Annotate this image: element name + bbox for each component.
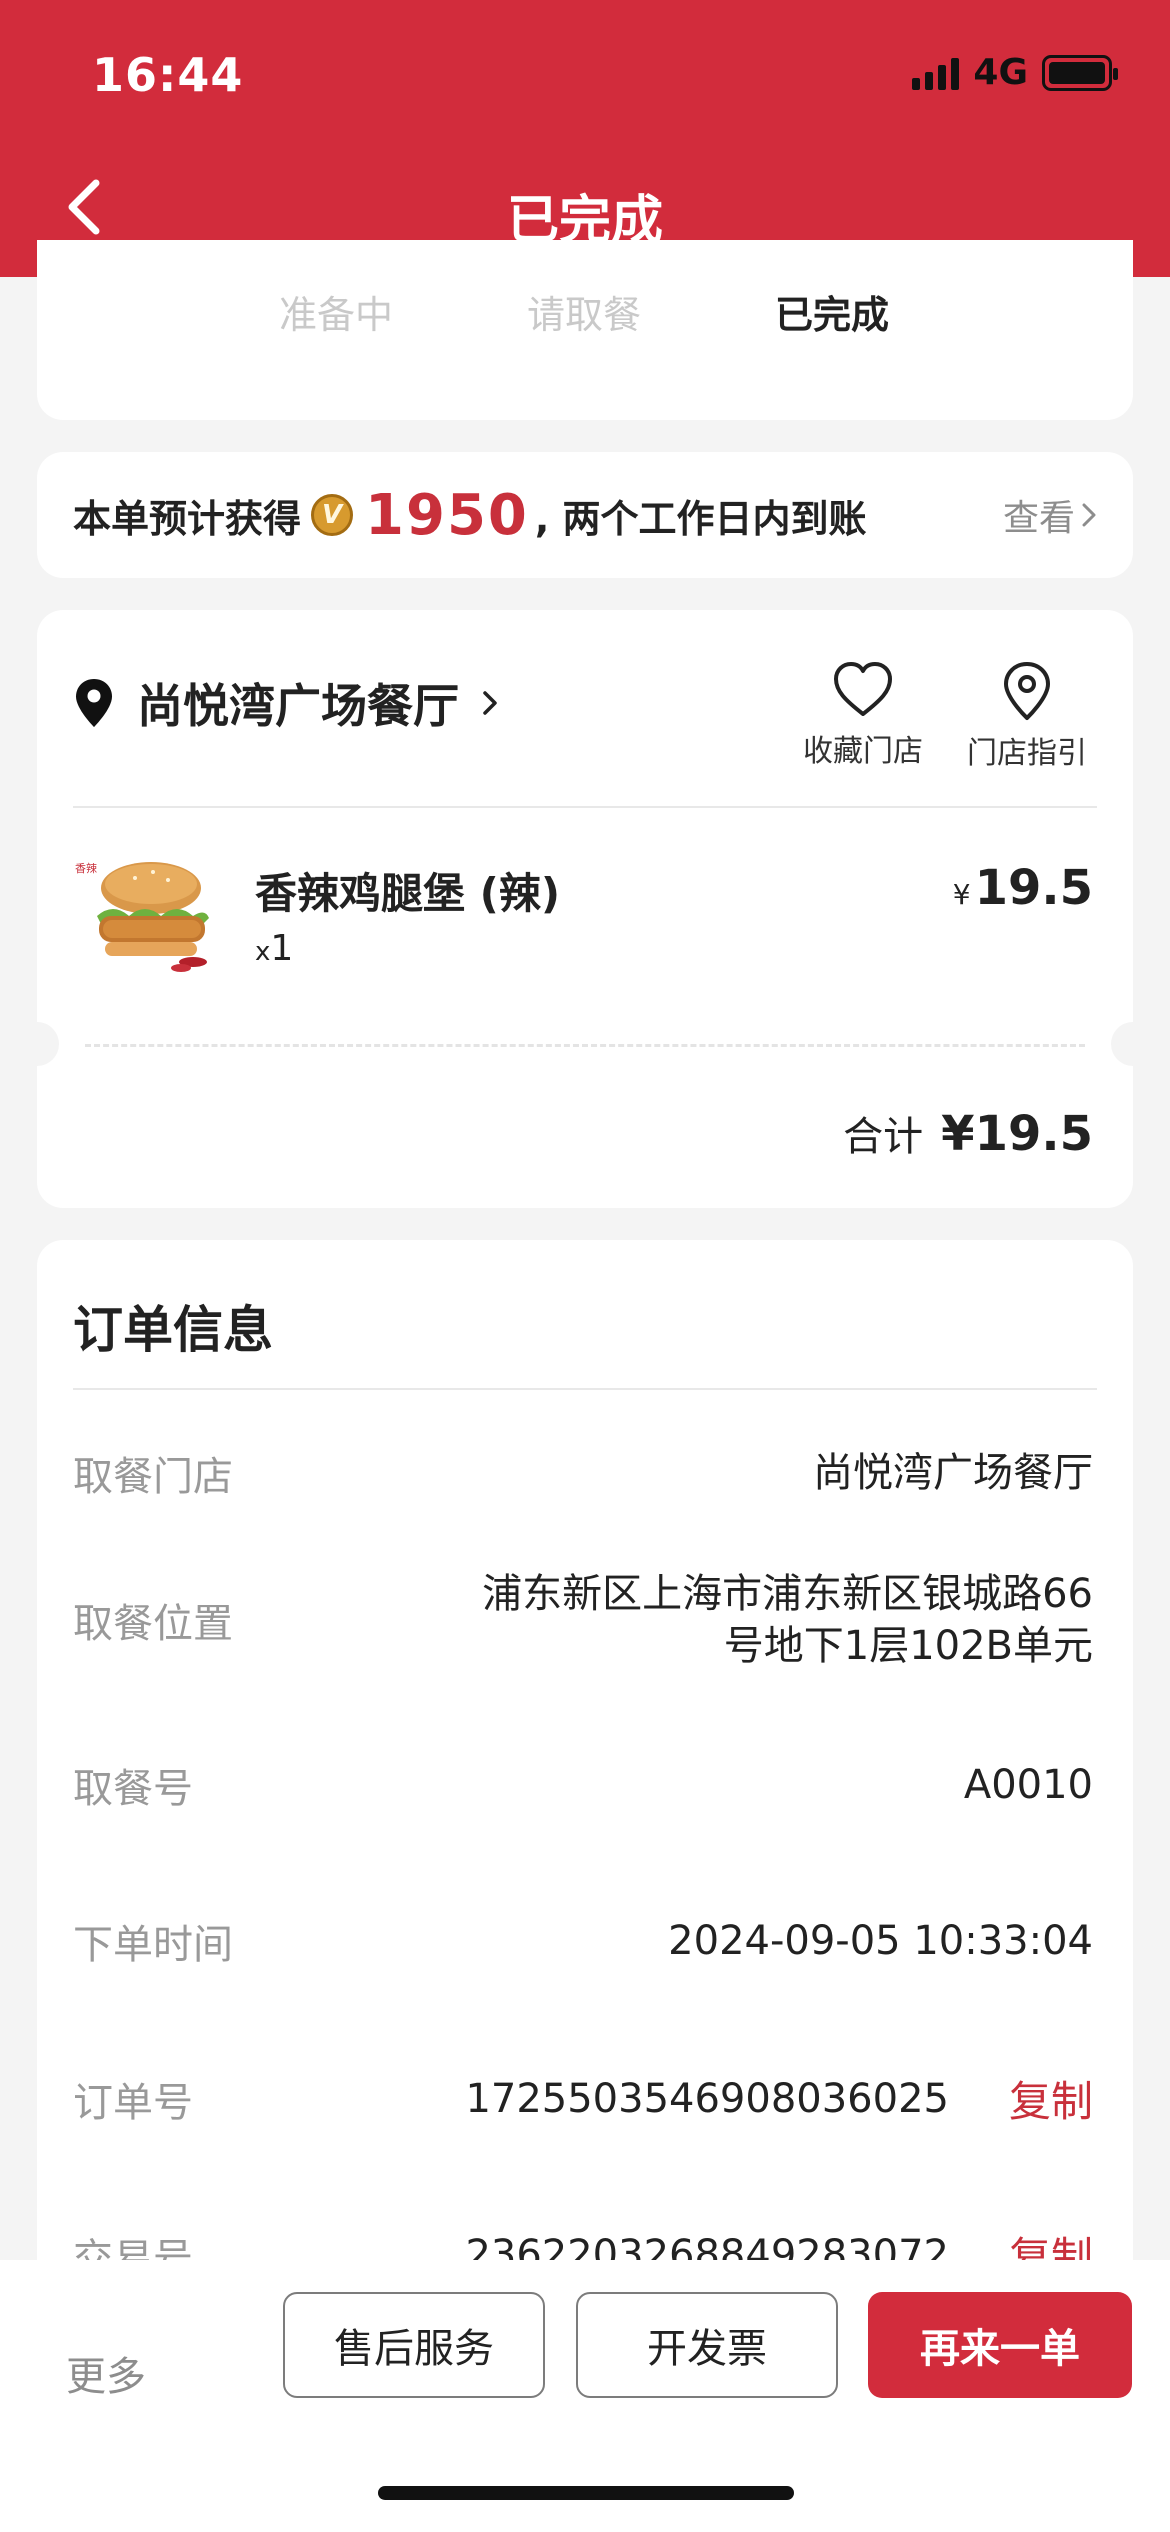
info-label: 取餐号 xyxy=(73,1766,193,1812)
info-value: 尚悦湾广场餐厅 xyxy=(813,1450,1093,1496)
total-label: 合计 xyxy=(843,1114,924,1160)
info-label: 订单号 xyxy=(73,2079,193,2126)
more-button[interactable]: 更多 xyxy=(66,2344,146,2402)
step-completed: 已完成 xyxy=(775,293,890,337)
location-pin-icon xyxy=(76,679,112,727)
product-name: 香辣鸡腿堡 (辣) xyxy=(255,869,561,918)
quantity-value: 1 xyxy=(270,928,294,969)
info-value: 1725503546908036025 xyxy=(465,2075,949,2122)
points-suffix: , 两个工作日内到账 xyxy=(534,496,867,541)
points-amount: 1950 xyxy=(365,482,529,548)
divider xyxy=(73,806,1097,808)
svg-text:香辣: 香辣 xyxy=(75,861,97,875)
network-type: 4G xyxy=(973,52,1028,93)
v-coin-icon: V xyxy=(311,494,354,536)
ticket-notch xyxy=(15,1022,59,1066)
bottom-action-bar: 更多 售后服务 开发票 再来一单 xyxy=(0,2260,1170,2532)
status-indicators: 4G xyxy=(912,52,1118,93)
order-total: 合计 ¥19.5 xyxy=(843,1104,1093,1162)
copy-order-number-button[interactable]: 复制 xyxy=(1009,2068,1093,2129)
info-row-order-number: 订单号 1725503546908036025 复制 xyxy=(73,2068,1093,2129)
points-banner: 本单预计获得 V 1950 , 两个工作日内到账 查看 xyxy=(37,452,1133,578)
heart-icon xyxy=(834,662,892,716)
currency-symbol: ¥ xyxy=(952,878,971,911)
view-points-label: 查看 xyxy=(1002,498,1075,539)
info-value: 2024-09-05 10:33:04 xyxy=(668,1918,1093,1964)
store-link[interactable]: 尚悦湾广场餐厅 xyxy=(73,670,499,736)
status-time: 16:44 xyxy=(92,48,244,102)
home-indicator[interactable] xyxy=(378,2486,794,2500)
signal-icon xyxy=(912,56,960,90)
price-value: 19.5 xyxy=(974,860,1093,916)
store-name: 尚悦湾广场餐厅 xyxy=(137,679,459,733)
map-pin-icon xyxy=(1004,662,1050,720)
product-price: ¥19.5 xyxy=(953,860,1093,916)
store-guide-button[interactable]: 门店指引 xyxy=(967,660,1087,772)
reorder-button[interactable]: 再来一单 xyxy=(868,2292,1132,2398)
quantity-prefix: x xyxy=(255,937,271,967)
location-line-1: 浦东新区上海市浦东新区银城路66 xyxy=(482,1571,1093,1617)
info-label: 取餐位置 xyxy=(73,1601,233,1647)
points-prefix: 本单预计获得 xyxy=(73,496,302,541)
info-row-order-time: 下单时间 2024-09-05 10:33:04 xyxy=(73,1912,1093,1970)
header-bar: 16:44 4G 已完成 xyxy=(0,0,1170,277)
info-row-pickup-number: 取餐号 A0010 xyxy=(73,1756,1093,1814)
section-title: 订单信息 xyxy=(73,1301,273,1359)
info-row-pickup-location: 取餐位置 浦东新区上海市浦东新区银城路66 号地下1层102B单元 xyxy=(73,1568,1093,1672)
order-card: 尚悦湾广场餐厅 收藏门店 门店指引 香辣 香辣鸡腿堡 (辣) x1 ¥19.5 … xyxy=(15,610,1155,1208)
info-value: A0010 xyxy=(963,1762,1093,1808)
location-line-2: 号地下1层102B单元 xyxy=(723,1623,1093,1669)
step-ready-pickup: 请取餐 xyxy=(527,293,642,337)
chevron-right-icon xyxy=(483,691,497,715)
step-preparing: 准备中 xyxy=(279,293,394,337)
total-value: ¥19.5 xyxy=(941,1106,1093,1162)
info-label: 下单时间 xyxy=(73,1922,233,1968)
chevron-right-icon xyxy=(1082,503,1096,527)
invoice-button[interactable]: 开发票 xyxy=(576,2292,838,2398)
product-quantity: x1 xyxy=(255,928,293,969)
battery-icon xyxy=(1042,54,1118,91)
store-guide-label: 门店指引 xyxy=(967,736,1087,771)
burger-image: 香辣 xyxy=(75,861,209,972)
favorite-store-label: 收藏门店 xyxy=(803,734,923,769)
divider xyxy=(73,1388,1097,1390)
info-value: 浦东新区上海市浦东新区银城路66 号地下1层102B单元 xyxy=(482,1568,1093,1672)
info-label: 取餐门店 xyxy=(73,1454,233,1500)
info-row-pickup-store: 取餐门店 尚悦湾广场餐厅 xyxy=(73,1444,1093,1502)
dashed-divider xyxy=(85,1044,1085,1047)
order-progress: 准备中 请取餐 已完成 xyxy=(37,240,1133,420)
after-sales-button[interactable]: 售后服务 xyxy=(283,2292,545,2398)
view-points-link[interactable]: 查看 xyxy=(1003,489,1097,541)
ticket-notch xyxy=(1111,1022,1155,1066)
favorite-store-button[interactable]: 收藏门店 xyxy=(803,660,923,770)
